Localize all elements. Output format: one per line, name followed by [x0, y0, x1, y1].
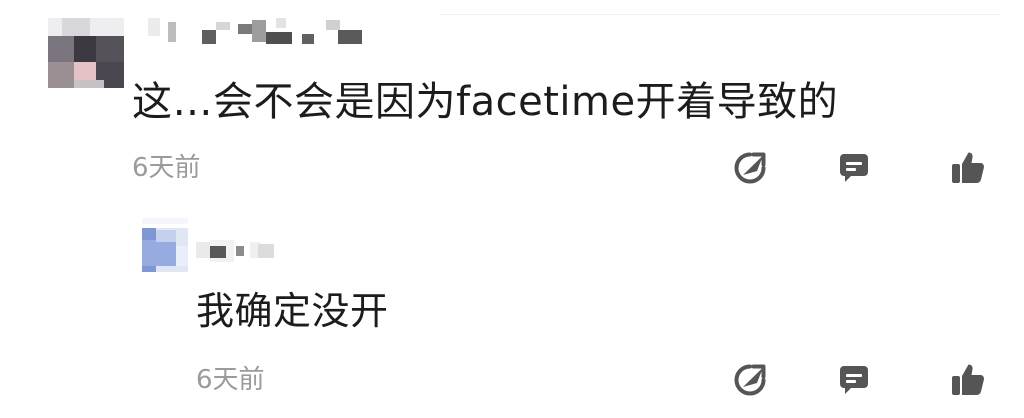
like-icon: [952, 152, 984, 183]
share-icon: [734, 152, 766, 184]
reply-icon: [840, 154, 868, 182]
reply-icon: [840, 366, 868, 394]
comment-thread: 这…会不会是因为facetime开着导致的 6天前 我确定没开 6天前: [0, 0, 1024, 418]
reply-reply-button[interactable]: [836, 362, 872, 398]
like-icon: [952, 364, 984, 395]
divider: [440, 14, 1000, 15]
username[interactable]: [148, 16, 378, 52]
reply-text: 我确定没开: [196, 289, 389, 333]
reply-like-button[interactable]: [950, 362, 986, 398]
share-button[interactable]: [732, 150, 768, 186]
like-button[interactable]: [950, 150, 986, 186]
reply-button[interactable]: [836, 150, 872, 186]
reply-timestamp: 6天前: [196, 365, 265, 395]
comment-text: 这…会不会是因为facetime开着导致的: [132, 79, 839, 125]
avatar[interactable]: [48, 18, 124, 88]
timestamp: 6天前: [132, 153, 201, 183]
share-icon: [734, 364, 766, 396]
reply-avatar[interactable]: [134, 218, 188, 272]
reply-username[interactable]: [196, 236, 280, 266]
reply-share-button[interactable]: [732, 362, 768, 398]
